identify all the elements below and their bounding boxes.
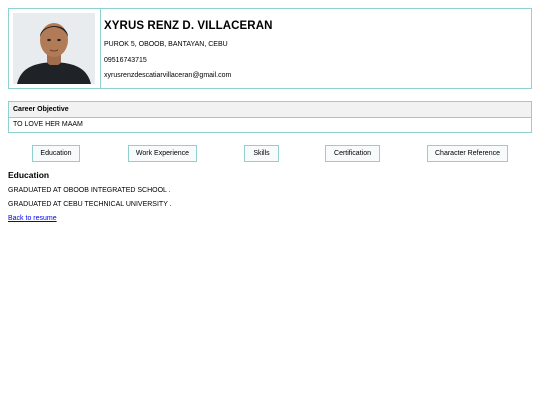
career-objective-panel: Career Objective TO LOVE HER MAAM [8,101,532,133]
avatar-portrait [13,13,95,84]
career-objective-text: TO LOVE HER MAAM [13,121,83,128]
profile-phone: 09516743715 [104,56,147,64]
profile-card: XYRUS RENZ D. VILLACERAN PUROK 5, OBOOB,… [8,8,532,89]
tab-character-reference[interactable]: Character Reference [427,145,508,162]
education-item: GRADUATED AT OBOOB INTEGRATED SCHOOL . [8,187,171,194]
tab-work-experience[interactable]: Work Experience [128,145,197,162]
profile-name: XYRUS RENZ D. VILLACERAN [104,20,273,32]
back-to-resume-link[interactable]: Back to resume [8,215,57,222]
education-item: GRADUATED AT CEBU TECHNICAL UNIVERSITY . [8,201,172,208]
section-title: Education [8,170,50,180]
tab-education[interactable]: Education [32,145,80,162]
profile-address: PUROK 5, OBOOB, BANTAYAN, CEBU [104,41,228,48]
photo-cell [9,9,101,88]
tab-certification[interactable]: Certification [325,145,380,162]
tab-skills[interactable]: Skills [244,145,279,162]
profile-info: XYRUS RENZ D. VILLACERAN PUROK 5, OBOOB,… [101,9,277,88]
career-objective-heading: Career Objective [9,102,531,118]
profile-photo [13,13,95,84]
section-tabs: Education Work Experience Skills Certifi… [0,145,540,162]
profile-email: xyrusrenzdescatiarvillaceran@gmail.com [104,72,232,79]
